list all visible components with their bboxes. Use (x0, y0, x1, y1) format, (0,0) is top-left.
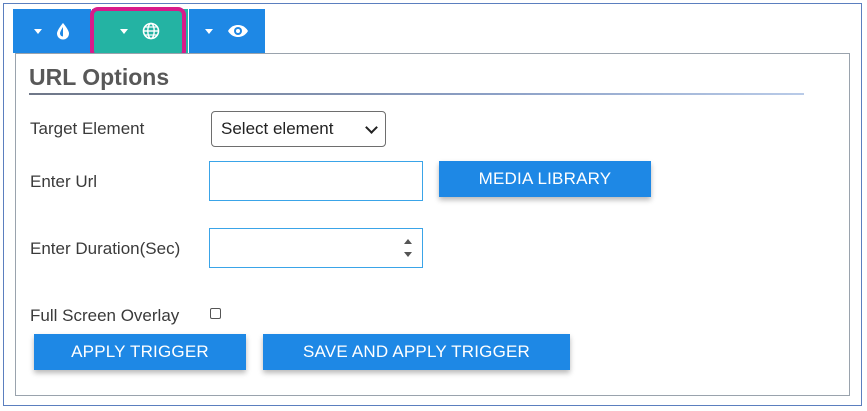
url-input[interactable] (209, 161, 423, 201)
droplet-icon (57, 23, 69, 40)
title-divider (29, 93, 804, 95)
url-label: Enter Url (30, 172, 98, 191)
eye-icon (228, 25, 248, 37)
spin-up-icon[interactable] (404, 239, 412, 244)
number-spinner[interactable] (403, 239, 413, 257)
target-element-label: Target Element (30, 119, 145, 138)
duration-input[interactable] (209, 228, 423, 268)
caret-down-icon (34, 28, 42, 34)
globe-icon (142, 22, 160, 40)
overlay-checkbox[interactable] (210, 308, 221, 319)
tab-effects[interactable] (13, 9, 91, 53)
caret-down-icon (120, 28, 128, 34)
tab-url[interactable] (92, 9, 188, 53)
target-element-select[interactable]: Select element (211, 111, 386, 147)
overlay-label: Full Screen Overlay (30, 306, 180, 325)
save-and-apply-trigger-button[interactable]: SAVE AND APPLY TRIGGER (263, 334, 570, 370)
chevron-down-icon (365, 121, 378, 134)
media-library-button[interactable]: MEDIA LIBRARY (439, 161, 651, 197)
duration-label: Enter Duration(Sec) (30, 239, 181, 258)
panel-title: URL Options (29, 64, 170, 90)
spin-down-icon[interactable] (404, 252, 412, 257)
apply-trigger-button[interactable]: APPLY TRIGGER (34, 334, 246, 370)
target-element-selected: Select element (221, 119, 334, 138)
tab-view[interactable] (189, 9, 265, 53)
caret-down-icon (205, 28, 213, 34)
